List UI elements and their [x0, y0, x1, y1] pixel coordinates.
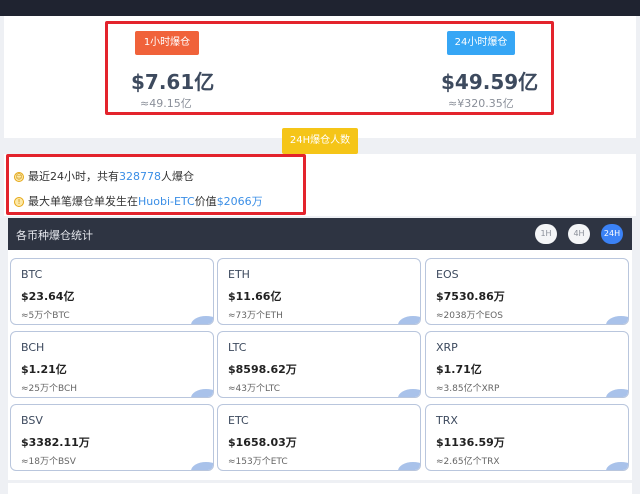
info-line-largest-order: ! 最大单笔爆仓单发生在Huobi-ETC价值$2066万	[14, 193, 263, 209]
coin-amount: $1658.03万	[228, 436, 297, 449]
coin-stats-header: 各币种爆仓统计 1H 4H 24H	[8, 218, 632, 250]
info-line2-middle: 价值	[194, 195, 217, 208]
info-line2-prefix: 最大单笔爆仓单发生在	[28, 195, 138, 208]
one-hour-amount: $7.61亿	[131, 70, 215, 94]
info-panel: ☺ 最近24小时，共有328778人爆仓 ! 最大单笔爆仓单发生在Huobi-ETC…	[4, 154, 636, 216]
coin-symbol: LTC	[228, 341, 247, 354]
coin-amount: $8598.62万	[228, 363, 297, 376]
coin-card-trx[interactable]: TRX $1136.59万 ≈2.65亿个TRX	[425, 404, 629, 471]
timeframe-1h-button[interactable]: 1H	[535, 224, 557, 244]
corner-decoration-icon	[606, 316, 628, 324]
info-icon: !	[14, 197, 24, 207]
twenty-four-hour-sub-amount: ≈¥320.35亿	[448, 97, 514, 110]
coin-quantity: ≈73万个ETH	[228, 311, 283, 321]
corner-decoration-icon	[606, 389, 628, 397]
coin-amount: $1136.59万	[436, 436, 505, 449]
corner-decoration-icon	[398, 316, 420, 324]
section-title: 各币种爆仓统计	[16, 229, 93, 242]
coin-symbol: BTC	[21, 268, 43, 281]
one-hour-sub-amount: ≈49.15亿	[140, 97, 192, 110]
coin-quantity: ≈25万个BCH	[21, 384, 78, 394]
coin-amount: $23.64亿	[21, 290, 75, 303]
coin-card-xrp[interactable]: XRP $1.71亿 ≈3.85亿个XRP	[425, 331, 629, 398]
coin-amount: $7530.86万	[436, 290, 505, 303]
timeframe-4h-button[interactable]: 4H	[568, 224, 590, 244]
info-line1-suffix: 人爆仓	[161, 170, 194, 183]
twenty-four-hour-amount: $49.59亿	[441, 70, 539, 94]
coin-symbol: TRX	[436, 414, 458, 427]
coin-amount: $1.71亿	[436, 363, 482, 376]
tab-24h-people-count[interactable]: 24H爆仓人数	[282, 128, 358, 154]
corner-decoration-icon	[398, 462, 420, 470]
coin-quantity: ≈2.65亿个TRX	[436, 457, 500, 467]
coin-card-bsv[interactable]: BSV $3382.11万 ≈18万个BSV	[10, 404, 214, 471]
corner-decoration-icon	[398, 389, 420, 397]
corner-decoration-icon	[606, 462, 628, 470]
info-line-people: ☺ 最近24小时，共有328778人爆仓	[14, 168, 194, 184]
coin-card-ltc[interactable]: LTC $8598.62万 ≈43万个LTC	[217, 331, 421, 398]
coin-symbol: ETH	[228, 268, 250, 281]
coin-card-eos[interactable]: EOS $7530.86万 ≈2038万个EOS	[425, 258, 629, 325]
footer-strip	[8, 483, 632, 494]
largest-order-value: $2066万	[216, 195, 263, 208]
coin-quantity: ≈43万个LTC	[228, 384, 281, 394]
coin-quantity: ≈5万个BTC	[21, 311, 70, 321]
tab-1h-liquidation[interactable]: 1小时爆仓	[135, 31, 199, 55]
coin-card-etc[interactable]: ETC $1658.03万 ≈153万个ETC	[217, 404, 421, 471]
largest-order-market[interactable]: Huobi-ETC	[138, 195, 195, 208]
coin-card-btc[interactable]: BTC $23.64亿 ≈5万个BTC	[10, 258, 214, 325]
people-count[interactable]: 328778	[119, 170, 161, 183]
coin-symbol: EOS	[436, 268, 459, 281]
coin-grid: BTC $23.64亿 ≈5万个BTC ETH $11.66亿 ≈73万个ETH…	[8, 250, 632, 480]
tab-24h-liquidation[interactable]: 24小时爆仓	[447, 31, 515, 55]
coin-symbol: ETC	[228, 414, 249, 427]
coin-quantity: ≈3.85亿个XRP	[436, 384, 500, 394]
coin-symbol: XRP	[436, 341, 458, 354]
info-line1-prefix: 最近24小时，共有	[28, 170, 119, 183]
coin-amount: $11.66亿	[228, 290, 282, 303]
timeframe-24h-button[interactable]: 24H	[601, 224, 623, 244]
coin-amount: $1.21亿	[21, 363, 67, 376]
top-nav-bar	[0, 0, 640, 16]
corner-decoration-icon	[191, 389, 213, 397]
coin-card-bch[interactable]: BCH $1.21亿 ≈25万个BCH	[10, 331, 214, 398]
corner-decoration-icon	[191, 462, 213, 470]
coin-quantity: ≈153万个ETC	[228, 457, 288, 467]
smiley-icon: ☺	[14, 172, 24, 182]
coin-symbol: BSV	[21, 414, 43, 427]
corner-decoration-icon	[191, 316, 213, 324]
coin-card-eth[interactable]: ETH $11.66亿 ≈73万个ETH	[217, 258, 421, 325]
coin-quantity: ≈18万个BSV	[21, 457, 76, 467]
coin-symbol: BCH	[21, 341, 45, 354]
liquidation-summary-card: 1小时爆仓 24小时爆仓 $7.61亿 $49.59亿 ≈49.15亿 ≈¥32…	[4, 16, 636, 138]
coin-amount: $3382.11万	[21, 436, 90, 449]
coin-quantity: ≈2038万个EOS	[436, 311, 503, 321]
